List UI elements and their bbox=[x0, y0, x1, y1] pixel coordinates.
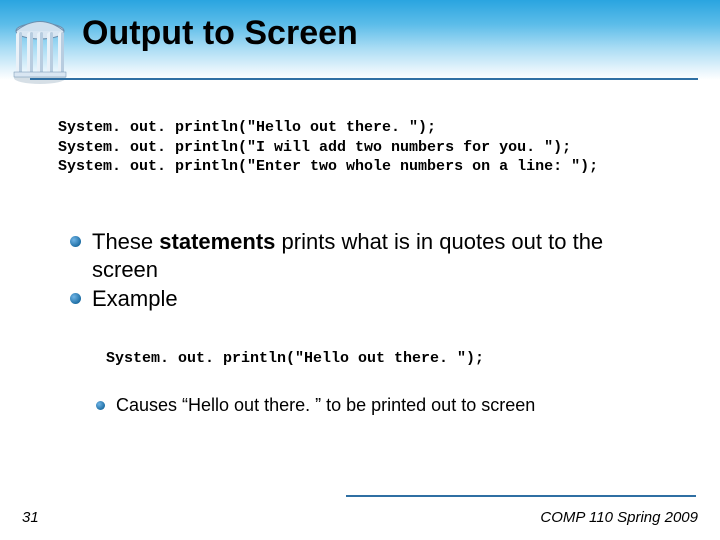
bullet-dot-icon bbox=[96, 401, 105, 410]
bullet-text-part: These bbox=[92, 229, 159, 254]
example-code-line: System. out. println("Hello out there. "… bbox=[106, 350, 484, 367]
bullet-item: Example bbox=[70, 285, 670, 313]
bullet-text: Example bbox=[92, 286, 178, 311]
bullet-text-bold: statements bbox=[159, 229, 275, 254]
sub-bullet-item: Causes “Hello out there. ” to be printed… bbox=[96, 395, 656, 416]
code-line: System. out. println("Hello out there. "… bbox=[58, 119, 436, 136]
sub-bullet-list: Causes “Hello out there. ” to be printed… bbox=[96, 395, 656, 416]
code-line: System. out. println("I will add two num… bbox=[58, 139, 571, 156]
bullet-list: These statements prints what is in quote… bbox=[70, 228, 670, 315]
bullet-item: These statements prints what is in quote… bbox=[70, 228, 670, 283]
code-block: System. out. println("Hello out there. "… bbox=[58, 118, 598, 177]
bullet-dot-icon bbox=[70, 236, 81, 247]
slide-title: Output to Screen bbox=[82, 14, 358, 53]
code-line: System. out. println("Enter two whole nu… bbox=[58, 158, 598, 175]
sub-bullet-text: Causes “Hello out there. ” to be printed… bbox=[116, 395, 535, 415]
page-number: 31 bbox=[22, 509, 39, 526]
slide: Output to Screen System. out. println("H… bbox=[0, 0, 720, 540]
title-divider bbox=[30, 78, 698, 80]
bullet-dot-icon bbox=[70, 293, 81, 304]
footer-divider bbox=[346, 495, 696, 497]
course-label: COMP 110 Spring 2009 bbox=[540, 509, 698, 526]
